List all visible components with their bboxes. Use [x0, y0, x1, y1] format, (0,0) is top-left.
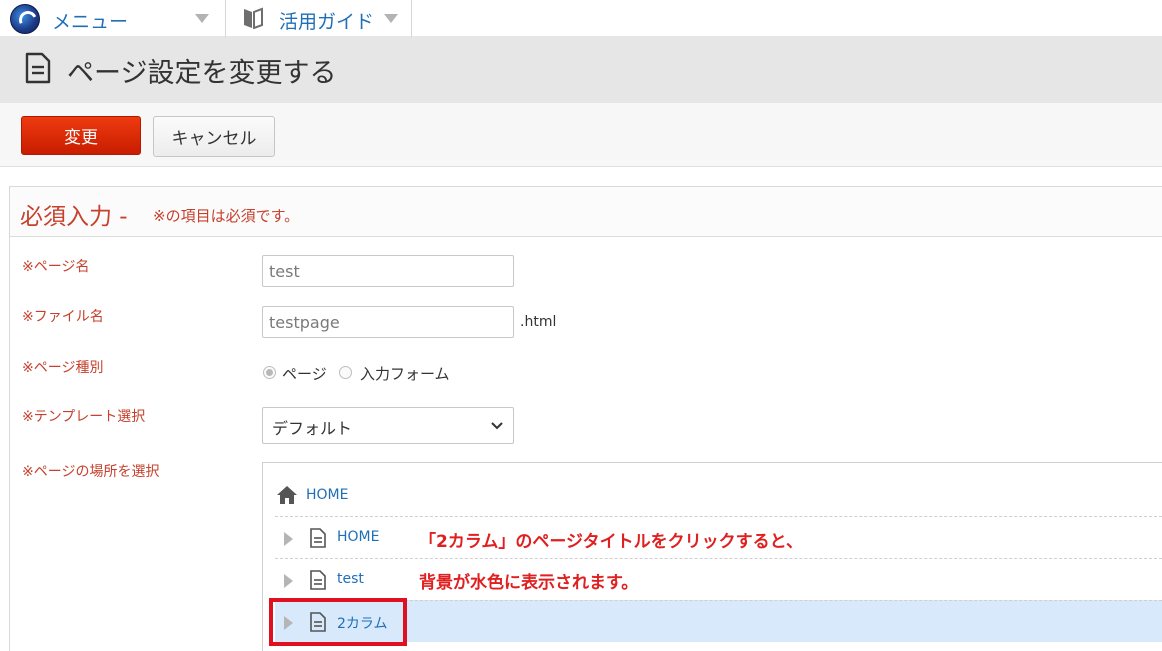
- tree-item[interactable]: test: [275, 558, 1162, 600]
- app-logo-icon: [10, 4, 40, 34]
- file-name-input[interactable]: [262, 306, 514, 338]
- page-title: ページ設定を変更する: [67, 58, 337, 89]
- page-type-label: ※ページ種別: [22, 360, 104, 376]
- radio-page-label: ページ: [282, 365, 327, 383]
- expand-arrow-icon[interactable]: [284, 532, 293, 546]
- chevron-down-icon: [384, 14, 398, 23]
- file-extension: .html: [520, 314, 557, 330]
- tree-item-selected[interactable]: 2カラム: [275, 600, 1162, 642]
- guide-label: 活用ガイド: [279, 11, 375, 33]
- menu-label: メニュー: [52, 11, 129, 33]
- chevron-down-icon: [195, 14, 209, 23]
- page-name-input[interactable]: [262, 255, 514, 287]
- page-header: ページ設定を変更する: [0, 37, 1162, 103]
- page-name-label: ※ページ名: [22, 259, 90, 275]
- book-icon: [244, 7, 263, 29]
- panel-header: 必須入力 - ※の項目は必須です。: [10, 187, 1162, 237]
- home-icon: [277, 486, 297, 504]
- document-icon: [310, 570, 326, 590]
- radio-input-form-label: 入力フォーム: [360, 365, 450, 383]
- document-icon: [310, 528, 326, 548]
- radio-page[interactable]: [263, 366, 276, 379]
- file-name-label: ※ファイル名: [22, 309, 104, 325]
- tree-root-home[interactable]: HOME: [306, 487, 348, 503]
- tree-item-label[interactable]: HOME: [337, 529, 379, 545]
- required-note: ※の項目は必須です。: [153, 207, 300, 225]
- required-heading: 必須入力 -: [20, 204, 128, 230]
- highlight-box: [269, 598, 407, 646]
- expand-arrow-icon[interactable]: [284, 574, 293, 588]
- location-label: ※ページの場所を選択: [22, 464, 160, 480]
- annotation-text-line2: 背景が水色に表示されます。: [419, 573, 639, 593]
- document-icon: [25, 52, 51, 84]
- annotation-text-line1: 「2カラム」のページタイトルをクリックすると、: [419, 532, 803, 552]
- radio-input-form[interactable]: [339, 366, 352, 379]
- change-button[interactable]: 変更: [21, 116, 141, 155]
- top-navigation-bar: メニュー 活用ガイド: [0, 0, 1162, 37]
- template-select-value: デフォルト: [272, 419, 353, 438]
- template-label: ※テンプレート選択: [22, 409, 146, 425]
- chevron-down-icon: [491, 422, 503, 430]
- cancel-button[interactable]: キャンセル: [153, 116, 275, 157]
- guide-dropdown[interactable]: 活用ガイド: [226, 0, 412, 37]
- action-bar: 変更 キャンセル: [0, 103, 1162, 167]
- tree-item-label[interactable]: test: [337, 571, 364, 587]
- template-select[interactable]: デフォルト: [262, 407, 514, 444]
- menu-dropdown[interactable]: メニュー: [0, 0, 226, 37]
